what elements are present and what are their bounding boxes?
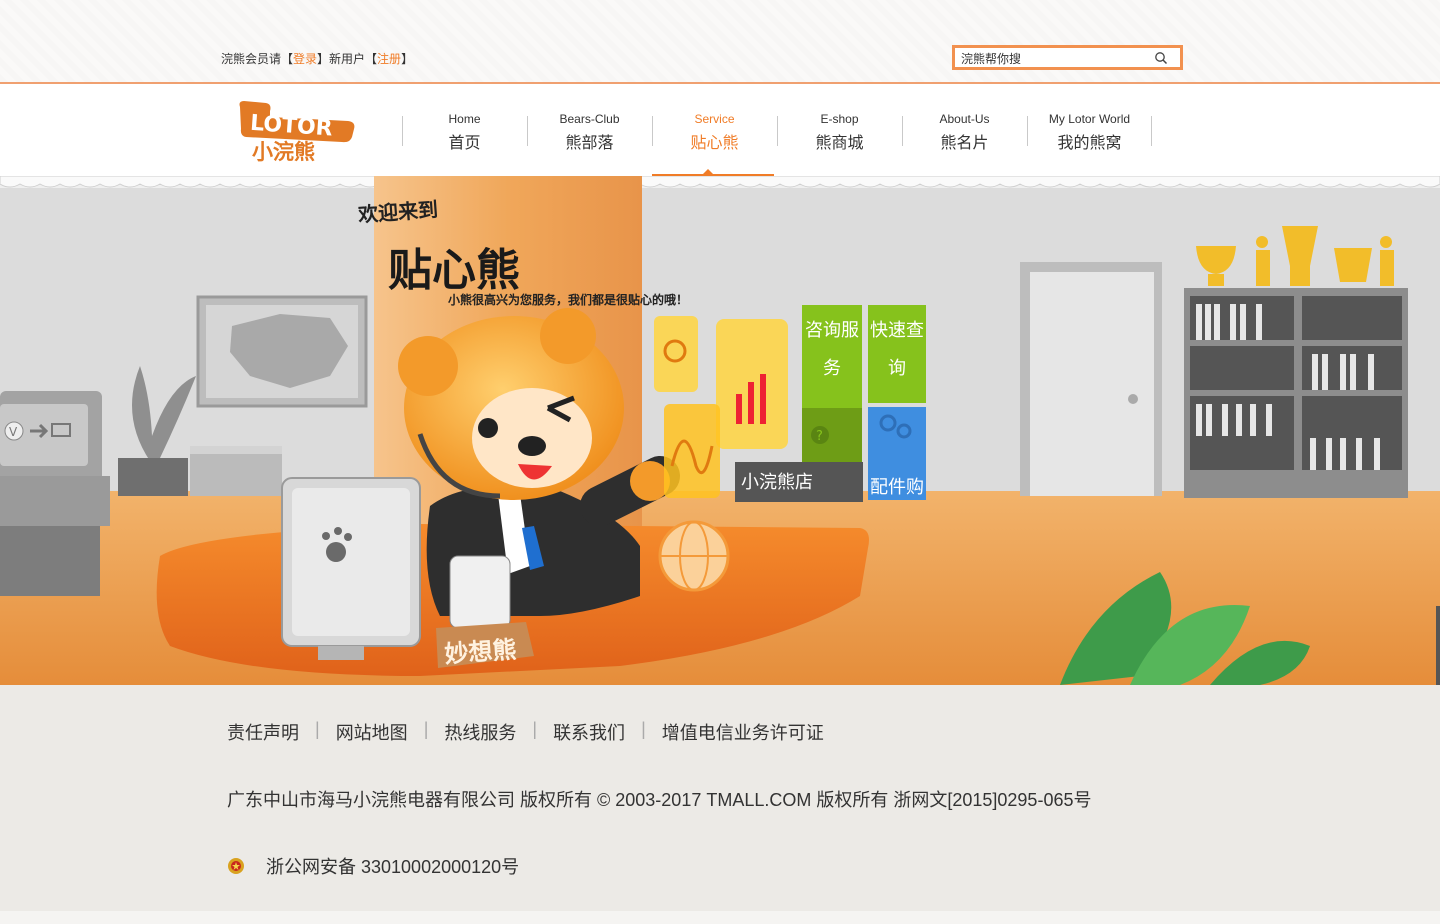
- footer-separator: |: [315, 719, 320, 739]
- nav-item-bears-club[interactable]: Bears-Club 熊部落: [527, 84, 652, 176]
- gear-icon: [879, 414, 912, 439]
- consult-help-tile[interactable]: ?: [802, 408, 862, 462]
- nav-item-about-us[interactable]: About-Us 熊名片: [902, 84, 1027, 176]
- login-suffix: 】: [401, 52, 414, 66]
- nav-label-cn: 熊部落: [565, 135, 614, 152]
- nav-label-en: About-Us: [939, 112, 990, 126]
- nav-label-en: Service: [694, 112, 735, 126]
- desk-sign-label: 妙想熊: [444, 636, 518, 669]
- nav-label-cn: 熊名片: [940, 135, 989, 152]
- top-bar: 浣熊会员请【登录】新用户【注册】: [0, 0, 1440, 82]
- footer-link-sitemap[interactable]: 网站地图: [336, 719, 408, 745]
- footer-link-hotline[interactable]: 热线服务: [444, 719, 516, 745]
- footer: 责任声明 | 网站地图 | 热线服务 | 联系我们 | 增值电信业务许可证 广东…: [0, 685, 1440, 911]
- footer-links: 责任声明 | 网站地图 | 热线服务 | 联系我们 | 增值电信业务许可证: [227, 719, 824, 745]
- hero-banner: V 妙想熊 欢迎来到 贴心熊 小熊很高兴为您服务，我们都是很贴心的哦！ 咨询服务…: [0, 176, 1440, 685]
- footer-separator: |: [532, 719, 538, 739]
- header: LOTOR 小浣熊 Home 首页 Bears-Club 熊部落 Service…: [0, 84, 1440, 176]
- nav-item-my-lotor-world[interactable]: My Lotor World 我的熊窝: [1027, 84, 1152, 176]
- svg-text:?: ?: [816, 429, 823, 444]
- police-record-text[interactable]: 浙公网安备 33010002000120号: [266, 853, 519, 879]
- nav-label-en: My Lotor World: [1048, 112, 1131, 126]
- svg-text:V: V: [9, 425, 18, 439]
- nav-item-eshop[interactable]: E-shop 熊商城: [777, 84, 902, 176]
- footer-separator: |: [423, 719, 429, 739]
- search-input[interactable]: [961, 50, 1151, 66]
- search-icon[interactable]: [1154, 51, 1168, 65]
- logo[interactable]: LOTOR 小浣熊: [236, 97, 360, 164]
- hero-subtitle: 小熊很高兴为您服务，我们都是很贴心的哦！: [448, 293, 689, 307]
- question-icon: ?: [811, 426, 829, 444]
- police-badge-icon: [228, 858, 244, 874]
- hero-welcome: 欢迎来到: [357, 197, 439, 227]
- hero-illustration: V 妙想熊: [0, 176, 1440, 685]
- nav-label-en: Bears-Club: [559, 112, 620, 126]
- nav-label-cn: 首页: [448, 135, 481, 152]
- footer-link-license[interactable]: 增值电信业务许可证: [662, 719, 824, 745]
- parts-purchase-tile[interactable]: 配件购: [868, 407, 926, 500]
- lotor-logo-graphic: LOTOR 小浣熊: [239, 101, 355, 164]
- nav-item-service[interactable]: Service 贴心熊: [652, 84, 777, 176]
- logo-cn: 小浣熊: [252, 140, 315, 163]
- footer-separator: |: [641, 719, 646, 739]
- nav-label-cn: 我的熊窝: [1057, 135, 1122, 152]
- login-prefix: 浣熊会员请【: [221, 52, 294, 66]
- quick-query-tile[interactable]: 快速查询: [868, 305, 926, 403]
- login-middle: 】新用户【: [317, 52, 378, 66]
- police-record: 浙公网安备 33010002000120号: [227, 853, 519, 879]
- footer-link-disclaimer[interactable]: 责任声明: [227, 719, 299, 745]
- copyright-text: 广东中山市海马小浣熊电器有限公司 版权所有 © 2003-2017 TMALL.…: [227, 790, 1092, 810]
- register-link[interactable]: 注册: [377, 52, 401, 66]
- nav-label-cn: 贴心熊: [690, 135, 739, 152]
- bottom-strip: [0, 911, 1440, 924]
- footer-link-contact[interactable]: 联系我们: [553, 719, 625, 745]
- search-box: [952, 45, 1183, 70]
- nav-label-cn: 熊商城: [815, 135, 864, 152]
- active-caret-icon: [703, 169, 713, 174]
- nav-label-en: E-shop: [820, 112, 859, 126]
- login-prompt: 浣熊会员请【登录】新用户【注册】: [221, 50, 413, 67]
- parts-label: 配件购: [870, 477, 924, 497]
- main-nav: Home 首页 Bears-Club 熊部落 Service 贴心熊 E-sho…: [402, 84, 1152, 176]
- nav-item-home[interactable]: Home 首页: [402, 84, 527, 176]
- login-link[interactable]: 登录: [293, 52, 317, 66]
- nav-label-en: Home: [448, 112, 481, 126]
- consult-service-tile[interactable]: 咨询服务: [802, 305, 862, 408]
- hero-brand: 贴心熊: [388, 245, 520, 296]
- lotor-shop-tile[interactable]: 小浣熊店: [735, 462, 863, 502]
- hero-title: 欢迎来到 贴心熊: [357, 196, 520, 296]
